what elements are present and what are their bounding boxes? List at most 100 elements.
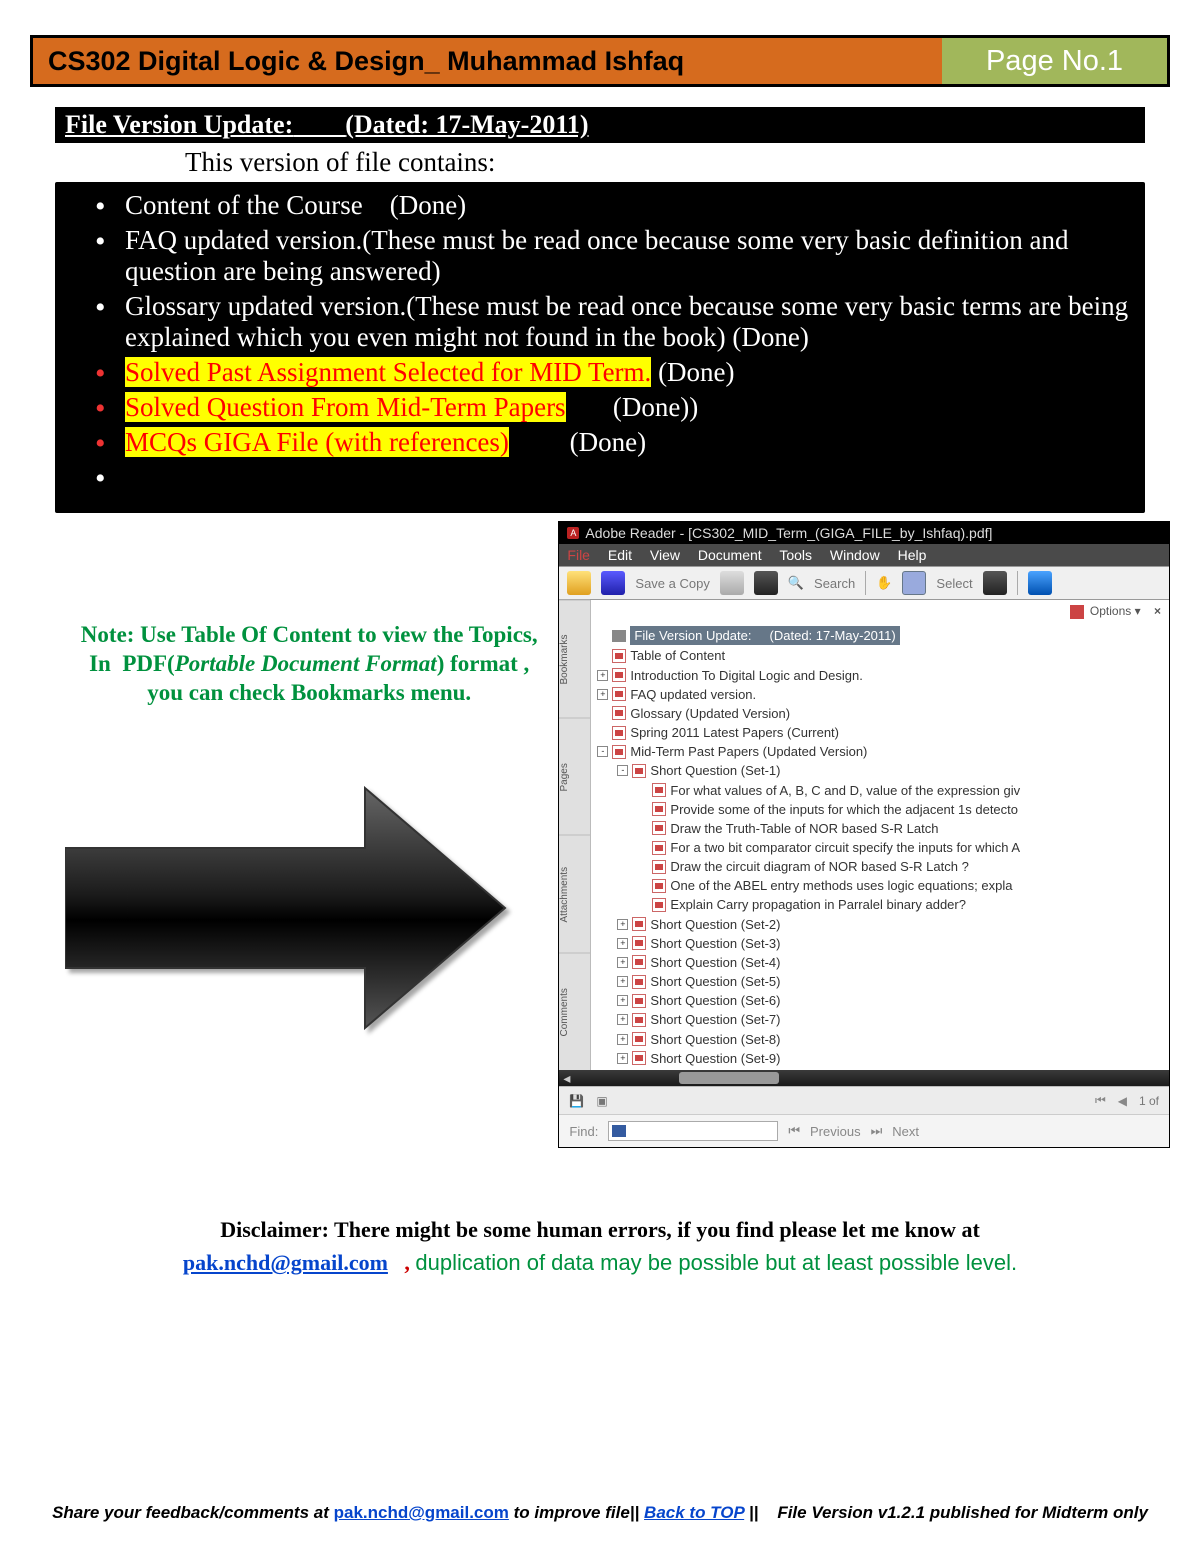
arrow-icon	[65, 778, 515, 1038]
expand-icon[interactable]: +	[617, 1034, 628, 1045]
expand-icon[interactable]: +	[617, 957, 628, 968]
bookmark-item[interactable]: + Short Question (Set-8)	[597, 1030, 1163, 1049]
expand-icon[interactable]: +	[617, 976, 628, 987]
menu-tools[interactable]: Tools	[779, 547, 812, 563]
bookmark-label: Short Question (Set-6)	[650, 992, 780, 1009]
menu-help[interactable]: Help	[898, 547, 927, 563]
find-prev-label[interactable]: Previous	[810, 1124, 861, 1139]
find-prev-icon[interactable]: ⏮	[788, 1123, 800, 1139]
options-icon[interactable]	[1070, 605, 1084, 619]
footer-back-to-top[interactable]: Back to TOP	[644, 1503, 744, 1522]
sidebar-tab-attachments[interactable]: Attachments	[559, 835, 590, 953]
reader-hscrollbar[interactable]: ◂	[559, 1070, 1169, 1086]
find-input[interactable]	[608, 1121, 778, 1141]
content-list-item: MCQs GIGA File (with references) (Done)	[95, 425, 1135, 460]
scroll-left-icon[interactable]: ◂	[563, 1070, 570, 1087]
bookmark-label: Short Question (Set-9)	[650, 1050, 780, 1067]
save-icon[interactable]	[601, 571, 625, 595]
bookmark-item[interactable]: + Short Question (Set-6)	[597, 991, 1163, 1010]
bookmark-item[interactable]: + Introduction To Digital Logic and Desig…	[597, 666, 1163, 685]
file-version-subtitle: This version of file contains:	[55, 143, 1145, 182]
pdf-page-icon	[632, 955, 646, 969]
bookmarks-options[interactable]: Options ▾ ×	[591, 600, 1169, 623]
disclaimer-email[interactable]: pak.nchd@gmail.com	[183, 1250, 388, 1275]
done-label: (Done)	[509, 427, 646, 457]
bookmark-item[interactable]: -Mid-Term Past Papers (Updated Version)	[597, 742, 1163, 761]
bookmark-item[interactable]: - Short Question (Set-1)	[597, 761, 1163, 780]
options-dropdown-icon[interactable]: ▾	[1135, 604, 1141, 618]
bookmark-label: Introduction To Digital Logic and Design…	[630, 667, 862, 684]
bookmark-item[interactable]: Draw the Truth-Table of NOR based S-R La…	[597, 819, 1163, 838]
open-icon[interactable]	[567, 571, 591, 595]
expand-icon[interactable]: +	[617, 919, 628, 930]
select-tool-icon[interactable]	[902, 571, 926, 595]
bookmark-item[interactable]: +Short Question (Set-4)	[597, 953, 1163, 972]
search-icon[interactable]: 🔍	[788, 575, 804, 591]
expand-icon[interactable]: +	[617, 1053, 628, 1064]
bookmark-item[interactable]: Glossary (Updated Version)	[597, 704, 1163, 723]
bookmark-item[interactable]: +Short Question (Set-5)	[597, 972, 1163, 991]
bookmark-selected[interactable]: File Version Update: (Dated: 17-May-2011…	[597, 625, 1163, 646]
print-icon[interactable]	[720, 571, 744, 595]
bookmark-label: Spring 2011 Latest Papers (Current)	[630, 724, 839, 741]
content-list-item: Glossary updated version.(These must be …	[95, 289, 1135, 355]
hand-tool-icon[interactable]: ✋	[876, 575, 892, 591]
bookmark-label: Draw the circuit diagram of NOR based S-…	[670, 858, 968, 875]
options-label[interactable]: Options	[1090, 604, 1131, 618]
sidebar-tab-bookmarks[interactable]: Bookmarks	[559, 600, 590, 718]
bookmark-item[interactable]: Table of Content	[597, 646, 1163, 665]
page-indicator: 1 of	[1139, 1094, 1159, 1108]
scroll-thumb[interactable]	[679, 1072, 779, 1084]
bookmark-item[interactable]: +FAQ updated version.	[597, 685, 1163, 704]
snapshot-icon[interactable]	[983, 571, 1007, 595]
bookmark-item[interactable]: +Short Question (Set-7)	[597, 1010, 1163, 1029]
note-line2b: Portable Document Format	[175, 651, 437, 676]
bookmark-item[interactable]: For what values of A, B, C and D, value …	[597, 781, 1163, 800]
menu-window[interactable]: Window	[830, 547, 880, 563]
menu-view[interactable]: View	[650, 547, 680, 563]
bookmark-item[interactable]: Draw the circuit diagram of NOR based S-…	[597, 857, 1163, 876]
bookmark-item[interactable]: Provide some of the inputs for which the…	[597, 800, 1163, 819]
find-next-icon[interactable]: ⏭	[871, 1123, 883, 1139]
save-copy-label[interactable]: Save a Copy	[635, 576, 709, 591]
first-page-icon[interactable]: ⏮	[1095, 1093, 1106, 1108]
menu-document[interactable]: Document	[698, 547, 762, 563]
bookmark-item[interactable]: +Short Question (Set-2)	[597, 915, 1163, 934]
collapse-icon[interactable]: -	[617, 765, 628, 776]
save-floppy-icon[interactable]: 💾	[569, 1094, 584, 1108]
page-layout-icon[interactable]: ▣	[596, 1094, 607, 1108]
expand-icon[interactable]: +	[597, 689, 608, 700]
find-next-label[interactable]: Next	[892, 1124, 919, 1139]
zoom-icon[interactable]	[1028, 571, 1052, 595]
content-list-item: Solved Past Assignment Selected for MID …	[95, 355, 1135, 390]
expand-icon[interactable]: +	[617, 1014, 628, 1025]
pdf-page-icon	[632, 936, 646, 950]
sidebar-tab-comments[interactable]: Comments	[559, 953, 590, 1071]
close-panel-icon[interactable]: ×	[1154, 604, 1161, 618]
header-title: CS302 Digital Logic & Design_ Muhammad I…	[33, 38, 942, 84]
footer-email[interactable]: pak.nchd@gmail.com	[334, 1503, 509, 1522]
sidebar-tab-pages[interactable]: Pages	[559, 718, 590, 836]
search-label[interactable]: Search	[814, 576, 855, 591]
bookmark-label: Short Question (Set-8)	[650, 1031, 780, 1048]
bookmark-item[interactable]: For a two bit comparator circuit specify…	[597, 838, 1163, 857]
highlighted-text: Solved Past Assignment Selected for MID …	[125, 357, 651, 387]
expand-icon[interactable]: +	[597, 670, 608, 681]
expand-icon[interactable]: +	[617, 995, 628, 1006]
prev-page-icon[interactable]: ◀	[1118, 1094, 1127, 1108]
bookmark-item[interactable]: +Short Question (Set-3)	[597, 934, 1163, 953]
pdf-page-icon	[612, 668, 626, 682]
expand-icon[interactable]: +	[617, 938, 628, 949]
menu-edit[interactable]: Edit	[608, 547, 632, 563]
collapse-icon[interactable]: -	[597, 746, 608, 757]
bookmark-label: Short Question (Set-1)	[650, 762, 780, 779]
reader-findbar: Find: ⏮ Previous ⏭ Next	[559, 1114, 1169, 1147]
email-icon[interactable]	[754, 571, 778, 595]
bookmark-item[interactable]: Explain Carry propagation in Parralel bi…	[597, 895, 1163, 914]
bookmark-item[interactable]: One of the ABEL entry methods uses logic…	[597, 876, 1163, 895]
content-list-item: Content of the Course (Done)	[95, 188, 1135, 223]
bookmark-item[interactable]: Spring 2011 Latest Papers (Current)	[597, 723, 1163, 742]
bookmark-item[interactable]: + Short Question (Set-9)	[597, 1049, 1163, 1068]
select-label[interactable]: Select	[936, 576, 972, 591]
menu-file[interactable]: File	[567, 547, 590, 563]
